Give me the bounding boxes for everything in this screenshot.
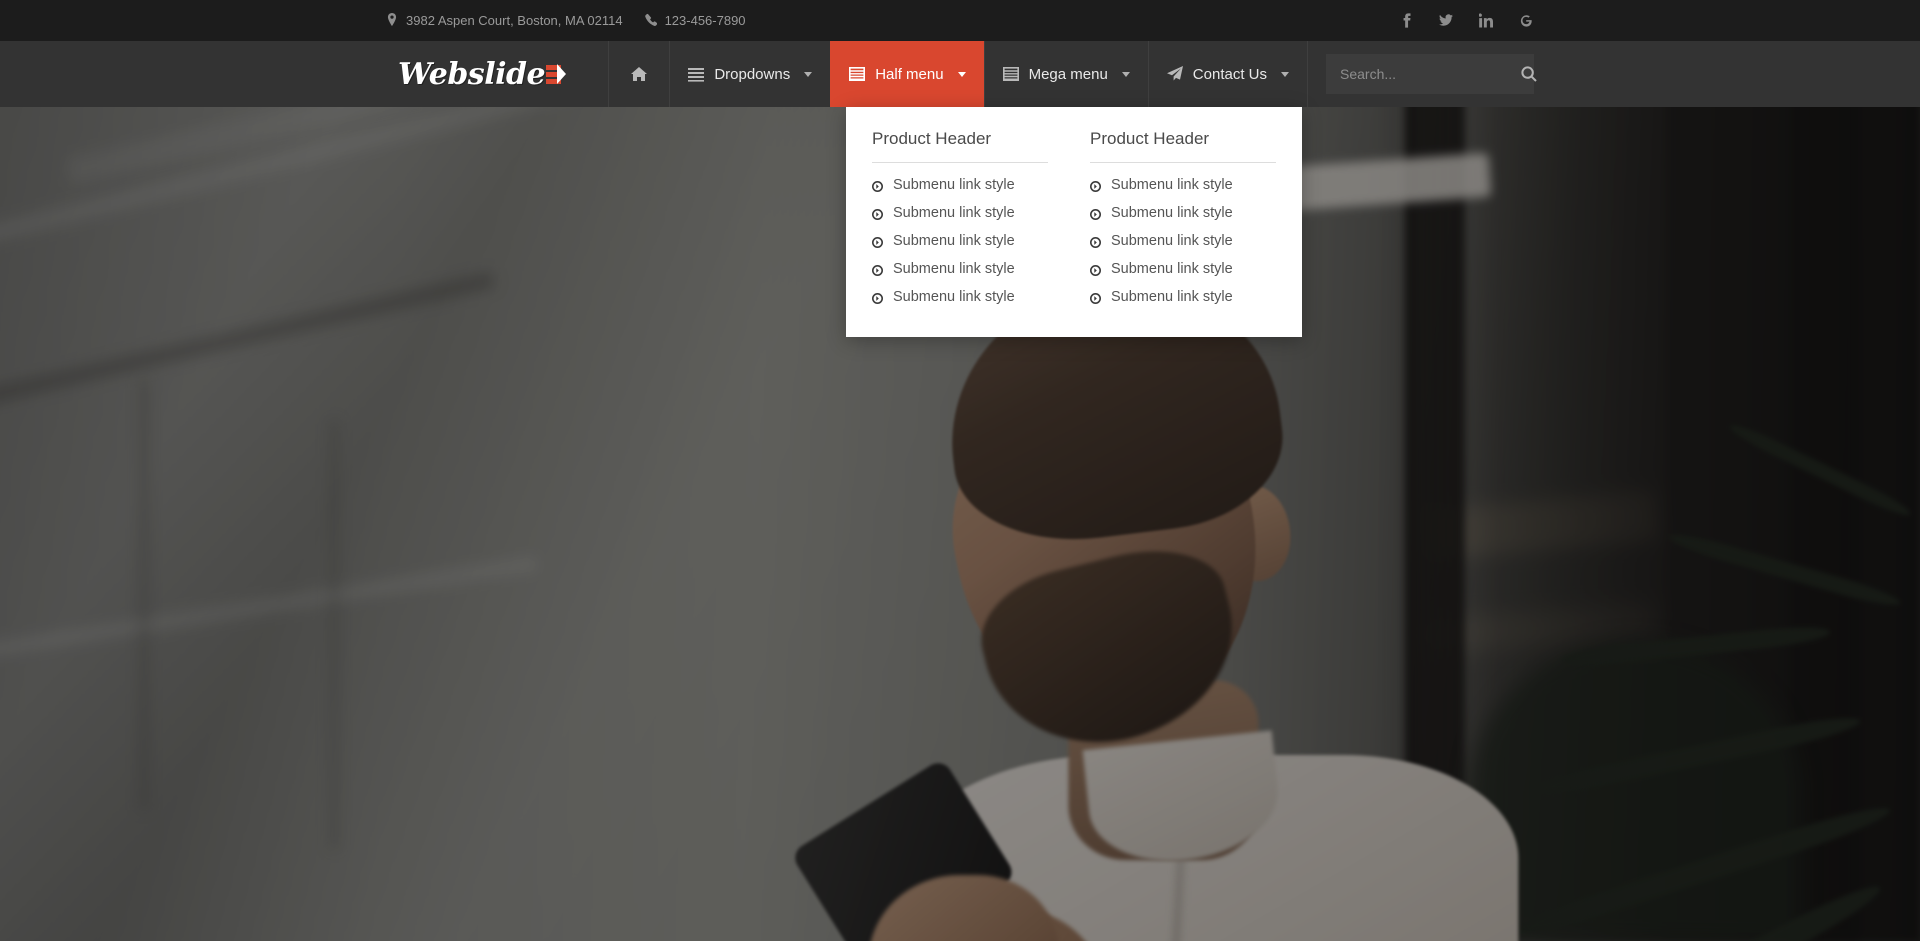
address-text: 3982 Aspen Court, Boston, MA 02114 [406, 13, 623, 28]
home-icon [631, 66, 648, 82]
twitter-icon[interactable] [1438, 12, 1454, 30]
nav-item-contact-us[interactable]: Contact Us [1147, 41, 1308, 107]
nav-item-label: Mega menu [1028, 65, 1108, 83]
arrow-circle-right-icon [872, 292, 883, 304]
arrow-circle-right-icon [1090, 180, 1101, 192]
phone-text: 123-456-7890 [664, 13, 746, 28]
arrow-circle-right-icon [872, 180, 883, 192]
submenu-link-label: Submenu link style [1111, 233, 1233, 249]
arrow-circle-right-icon [1090, 208, 1101, 220]
social-links [1398, 12, 1534, 30]
chevron-down-icon [957, 71, 966, 77]
linkedin-icon[interactable] [1478, 12, 1494, 30]
arrow-circle-right-icon [1090, 236, 1101, 248]
submenu-link[interactable]: Submenu link style [872, 283, 1048, 311]
top-info-bar: 3982 Aspen Court, Boston, MA 02114 123-4… [0, 0, 1920, 41]
submenu-link-label: Submenu link style [893, 289, 1015, 305]
submenu-link[interactable]: Submenu link style [1090, 283, 1276, 311]
submenu-link-label: Submenu link style [893, 205, 1015, 221]
nav-item-mega-menu[interactable]: Mega menu [983, 41, 1148, 107]
submenu-link-label: Submenu link style [1111, 205, 1233, 221]
submenu-link-label: Submenu link style [1111, 289, 1233, 305]
submenu-link-label: Submenu link style [893, 177, 1015, 193]
chevron-down-icon [1121, 71, 1130, 77]
dropdown-column-header: Product Header [1090, 129, 1276, 163]
half-menu-dropdown-panel: Product Header Submenu link style Submen… [846, 107, 1302, 337]
dropdown-column: Product Header Submenu link style Submen… [872, 129, 1074, 311]
chevron-down-icon [804, 71, 813, 77]
logo-flag-arrow-icon [546, 63, 567, 85]
search-icon[interactable] [1521, 66, 1537, 82]
nav-item-label: Half menu [875, 65, 944, 83]
brand-name: Webslide [398, 56, 546, 92]
nav-item-label: Dropdowns [714, 65, 791, 83]
phone-icon [644, 13, 657, 29]
nav-item-home[interactable] [608, 41, 669, 107]
dropdown-column: Product Header Submenu link style Submen… [1074, 129, 1276, 311]
submenu-link[interactable]: Submenu link style [872, 255, 1048, 283]
submenu-link-label: Submenu link style [893, 261, 1015, 277]
address-block: 3982 Aspen Court, Boston, MA 02114 [386, 12, 623, 29]
arrow-circle-right-icon [872, 208, 883, 220]
paper-plane-icon [1166, 66, 1183, 82]
submenu-link[interactable]: Submenu link style [872, 171, 1048, 199]
submenu-link[interactable]: Submenu link style [1090, 227, 1276, 255]
dropdown-column-header: Product Header [872, 129, 1048, 163]
list-icon [688, 66, 705, 82]
window-icon [849, 66, 866, 82]
facebook-icon[interactable] [1398, 12, 1414, 30]
map-marker-icon [386, 12, 398, 29]
chevron-down-icon [1281, 71, 1289, 77]
submenu-link[interactable]: Submenu link style [1090, 199, 1276, 227]
search-box[interactable] [1326, 54, 1537, 94]
submenu-link-label: Submenu link style [1111, 177, 1233, 193]
window-icon [1002, 66, 1019, 82]
submenu-link[interactable]: Submenu link style [1090, 255, 1276, 283]
arrow-circle-right-icon [872, 264, 883, 276]
phone-block[interactable]: 123-456-7890 [644, 13, 746, 29]
submenu-link[interactable]: Submenu link style [1090, 171, 1276, 199]
nav-menu: Dropdowns Half menu Mega menu Contact Us [608, 41, 1308, 107]
submenu-link-label: Submenu link style [893, 233, 1015, 249]
nav-item-half-menu[interactable]: Half menu [830, 41, 984, 107]
nav-item-label: Contact Us [1192, 65, 1267, 83]
brand-logo[interactable]: Webslide [386, 56, 567, 92]
submenu-link[interactable]: Submenu link style [872, 199, 1048, 227]
submenu-link[interactable]: Submenu link style [872, 227, 1048, 255]
submenu-link-label: Submenu link style [1111, 261, 1233, 277]
arrow-circle-right-icon [872, 236, 883, 248]
main-navbar: Webslide Dropdowns Half menu Mega menu C… [0, 41, 1920, 107]
arrow-circle-right-icon [1090, 264, 1101, 276]
nav-item-dropdowns[interactable]: Dropdowns [669, 41, 830, 107]
search-input[interactable] [1340, 66, 1521, 82]
arrow-circle-right-icon [1090, 292, 1101, 304]
google-icon[interactable] [1518, 12, 1534, 30]
